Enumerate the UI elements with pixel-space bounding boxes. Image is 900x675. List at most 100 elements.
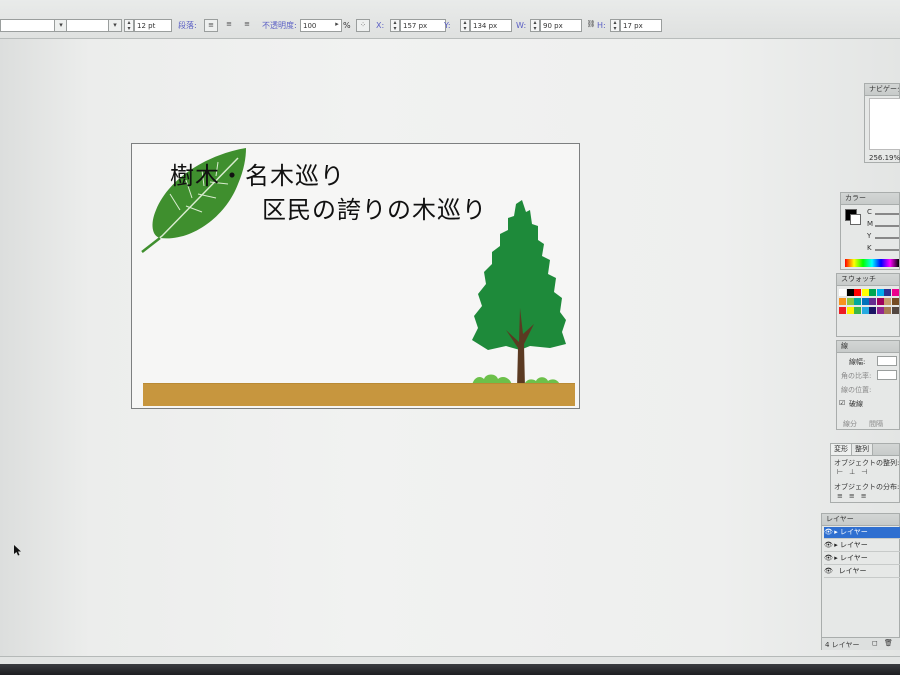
- stroke-color-swatch[interactable]: [850, 214, 861, 225]
- channel-y-slider[interactable]: [875, 237, 899, 239]
- w-stepper[interactable]: ▴ ▾: [530, 19, 540, 32]
- opacity-unit: %: [343, 21, 351, 30]
- color-swatch[interactable]: [891, 307, 899, 314]
- distribute-objects-buttons[interactable]: ≡≡≡: [837, 492, 873, 500]
- h-label: H:: [597, 21, 606, 30]
- x-stepper[interactable]: ▴ ▾: [390, 19, 400, 32]
- color-swatch[interactable]: [854, 298, 861, 305]
- stroke-weight-label: 線幅:: [849, 358, 866, 366]
- title-line-2[interactable]: 区民の誇りの木巡り: [262, 190, 487, 225]
- color-swatch[interactable]: [861, 298, 869, 305]
- align-objects-buttons[interactable]: ⊢⊥⊣: [837, 468, 873, 476]
- tree-illustration[interactable]: [470, 198, 570, 388]
- font-family-select[interactable]: [0, 19, 60, 32]
- w-input[interactable]: 90 px: [540, 19, 582, 32]
- layer-row-3[interactable]: 👁 ▸ レイヤー: [824, 553, 900, 565]
- stroke-panel-title[interactable]: 線: [837, 341, 899, 353]
- layer-row-2[interactable]: 👁 ▸ レイヤー: [824, 540, 900, 552]
- stroke-align-label: 線の位置:: [841, 386, 872, 394]
- color-swatch[interactable]: [846, 289, 854, 296]
- channel-k-slider[interactable]: [875, 249, 899, 251]
- layer-name[interactable]: レイヤー: [840, 528, 868, 536]
- color-swatch[interactable]: [869, 289, 876, 296]
- color-swatch[interactable]: [869, 298, 876, 305]
- taskbar: [0, 664, 900, 675]
- color-swatch[interactable]: [891, 289, 899, 296]
- color-swatch[interactable]: [861, 307, 869, 314]
- color-swatch[interactable]: [861, 289, 869, 296]
- font-size-input[interactable]: 12 pt: [134, 19, 172, 32]
- navigator-zoom[interactable]: 256.19%: [869, 154, 900, 162]
- color-swatch[interactable]: [846, 307, 854, 314]
- color-swatch[interactable]: [876, 298, 884, 305]
- tab-transform[interactable]: 変形: [831, 444, 852, 455]
- channel-m-slider[interactable]: [875, 225, 899, 227]
- color-swatch[interactable]: [839, 307, 846, 314]
- eye-icon[interactable]: 👁: [824, 553, 833, 564]
- eye-icon[interactable]: 👁: [824, 527, 833, 538]
- swatches-panel-title[interactable]: スウォッチ: [837, 274, 899, 286]
- align-center-button[interactable]: ≡: [222, 19, 236, 32]
- align-right-button[interactable]: ≡: [240, 19, 254, 32]
- color-swatch[interactable]: [846, 298, 854, 305]
- stroke-weight-input[interactable]: [877, 356, 897, 366]
- trash-icon[interactable]: 🗑: [884, 639, 893, 647]
- miter-limit-input[interactable]: [877, 370, 897, 380]
- dashed-line-checkbox[interactable]: ☑: [839, 399, 845, 407]
- eye-icon[interactable]: 👁: [824, 540, 833, 551]
- title-line-1[interactable]: 樹木・名木巡り: [170, 156, 345, 191]
- color-swatch[interactable]: [884, 289, 891, 296]
- eye-icon[interactable]: 👁: [824, 566, 833, 577]
- y-input[interactable]: 134 px: [470, 19, 512, 32]
- dashed-line-label: 破線: [849, 400, 863, 408]
- dash-label: 線分: [843, 420, 857, 428]
- artboard[interactable]: 樹木・名木巡り 区民の誇りの木巡り: [131, 143, 580, 409]
- navigator-thumbnail[interactable]: [869, 98, 900, 150]
- layer-row-4[interactable]: 👁 レイヤー: [824, 566, 900, 578]
- layers-panel: レイヤー 👁 ▸ レイヤー 👁 ▸ レイヤー 👁 ▸ レイヤー 👁 レイヤー 4…: [821, 513, 900, 650]
- x-input[interactable]: 157 px: [400, 19, 446, 32]
- y-stepper[interactable]: ▴ ▾: [460, 19, 470, 32]
- layer-name[interactable]: レイヤー: [839, 567, 867, 575]
- y-label: Y:: [444, 21, 451, 30]
- new-layer-icon[interactable]: ◻: [872, 639, 878, 647]
- align-objects-label: オブジェクトの整列:: [834, 459, 900, 467]
- h-input[interactable]: 17 px: [620, 19, 662, 32]
- navigator-panel: ナビゲータ 256.19%: [864, 83, 900, 163]
- align-panel: 変形 整列 オブジェクトの整列: ⊢⊥⊣ オブジェクトの分布: ≡≡≡: [830, 443, 900, 503]
- tab-align[interactable]: 整列: [852, 444, 873, 455]
- color-panel-title[interactable]: カラー: [841, 193, 899, 205]
- color-swatch[interactable]: [891, 298, 899, 305]
- color-swatch[interactable]: [884, 307, 891, 314]
- w-label: W:: [516, 21, 527, 30]
- paragraph-label: 段落:: [178, 21, 197, 30]
- color-swatch[interactable]: [884, 298, 891, 305]
- color-swatch[interactable]: [876, 307, 884, 314]
- channel-k-label: K: [867, 244, 872, 252]
- ground-bar[interactable]: [143, 384, 575, 406]
- color-swatch[interactable]: [854, 307, 861, 314]
- layer-name[interactable]: レイヤー: [840, 554, 868, 562]
- layer-name[interactable]: レイヤー: [840, 541, 868, 549]
- channel-m-label: M: [867, 220, 874, 228]
- channel-c-slider[interactable]: [875, 213, 899, 215]
- h-stepper[interactable]: ▴ ▾: [610, 19, 620, 32]
- color-swatch[interactable]: [869, 307, 876, 314]
- constrain-proportions-icon[interactable]: ⛓: [584, 19, 598, 32]
- align-left-button[interactable]: ≡: [204, 19, 218, 32]
- channel-c-label: C: [867, 208, 872, 216]
- font-size-stepper[interactable]: ▴ ▾: [124, 19, 134, 32]
- color-swatch[interactable]: [854, 289, 861, 296]
- layer-row-1[interactable]: 👁 ▸ レイヤー: [824, 527, 900, 539]
- color-swatch[interactable]: [839, 289, 846, 296]
- layers-panel-title[interactable]: レイヤー: [822, 514, 899, 526]
- reference-point-icon[interactable]: ⁘: [356, 19, 370, 32]
- color-spectrum-bar[interactable]: [845, 259, 899, 267]
- color-swatch[interactable]: [876, 289, 884, 296]
- align-panel-tabs: 変形 整列: [831, 444, 899, 456]
- swatch-grid[interactable]: [839, 287, 900, 329]
- color-swatch[interactable]: [839, 298, 846, 305]
- font-style-dropdown-button[interactable]: ▾: [108, 19, 122, 32]
- navigator-panel-title[interactable]: ナビゲータ: [865, 84, 899, 96]
- opacity-dropdown-button[interactable]: ▸: [330, 19, 344, 32]
